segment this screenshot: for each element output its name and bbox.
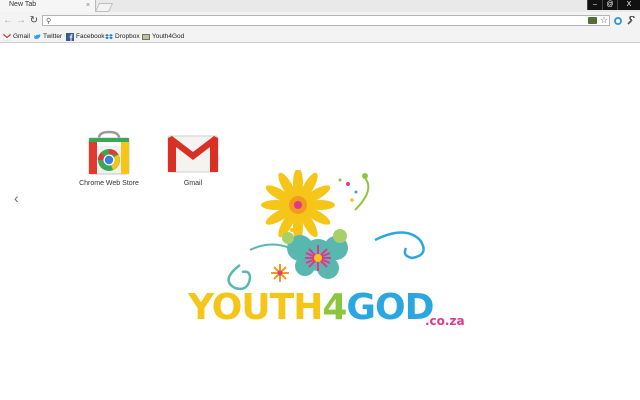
tab-new-tab[interactable]: New Tab ×	[0, 0, 96, 12]
logo-letter: T	[269, 287, 295, 328]
chrome-web-store-icon	[88, 130, 130, 175]
page-action-icon[interactable]	[588, 17, 597, 24]
logo-domain-suffix: .co.za	[425, 314, 465, 328]
logo-letter: Y	[188, 287, 213, 328]
bookmark-label: Youth4God	[152, 33, 185, 40]
reload-button[interactable]: ↻	[29, 15, 39, 27]
twitter-icon	[34, 33, 41, 39]
new-tab-button[interactable]	[94, 3, 114, 12]
omnibox[interactable]: ⚲ ☆	[42, 15, 610, 26]
previous-page-arrow[interactable]: ‹	[14, 190, 19, 206]
logo-letter: G	[346, 287, 376, 328]
bookmark-youth4god[interactable]: Youth4God	[142, 32, 184, 41]
window-controls: – @ X	[587, 0, 640, 10]
bookmarks-bar: Gmail Twitter Facebook Dropbox Youth4God	[0, 30, 640, 43]
app-label: Chrome Web Store	[79, 180, 139, 187]
close-button[interactable]: X	[617, 0, 640, 10]
bookmark-label: Facebook	[76, 33, 105, 40]
youth4god-icon	[142, 33, 150, 40]
dropbox-icon	[105, 33, 113, 39]
bookmark-label: Dropbox	[115, 33, 140, 40]
back-button[interactable]: ←	[3, 15, 13, 27]
bookmark-facebook[interactable]: Facebook	[66, 32, 105, 41]
tab-title: New Tab	[9, 1, 37, 8]
tab-close-icon[interactable]: ×	[86, 1, 90, 11]
restore-button[interactable]: @	[602, 0, 617, 10]
logo-letter: 4	[322, 287, 347, 328]
forward-button[interactable]: →	[16, 15, 26, 27]
bookmark-gmail[interactable]: Gmail	[3, 32, 30, 41]
bookmark-star-icon[interactable]: ☆	[600, 15, 608, 25]
logo-letter: U	[241, 287, 270, 328]
logo-letter: O	[374, 287, 406, 328]
facebook-icon	[66, 32, 74, 41]
bookmark-twitter[interactable]: Twitter	[33, 32, 62, 41]
bookmark-label: Gmail	[13, 33, 30, 40]
app-chrome-web-store[interactable]: Chrome Web Store	[69, 130, 149, 187]
bookmark-dropbox[interactable]: Dropbox	[105, 32, 140, 41]
wrench-icon[interactable]	[626, 16, 636, 26]
youth4god-logo: YOUTH4GOD .co.za	[180, 170, 470, 340]
logo-wordmark: YOUTH4GOD	[188, 287, 434, 328]
search-icon: ⚲	[46, 18, 52, 25]
toolbar: ← → ↻ ⚲ ☆	[0, 12, 640, 30]
browser-window: New Tab × – @ X ← → ↻ ⚲ ☆ Gmail Twitter …	[0, 0, 640, 400]
logo-letter: H	[293, 287, 323, 328]
logo-letter: O	[211, 287, 243, 328]
flower-art-icon	[227, 170, 425, 291]
tab-strip: New Tab × – @ X	[0, 0, 640, 12]
gmail-icon	[3, 33, 11, 40]
url-input[interactable]	[55, 16, 575, 25]
bookmark-label: Twitter	[43, 33, 63, 40]
extension-icon[interactable]	[613, 16, 623, 26]
minimize-button[interactable]: –	[587, 0, 602, 10]
